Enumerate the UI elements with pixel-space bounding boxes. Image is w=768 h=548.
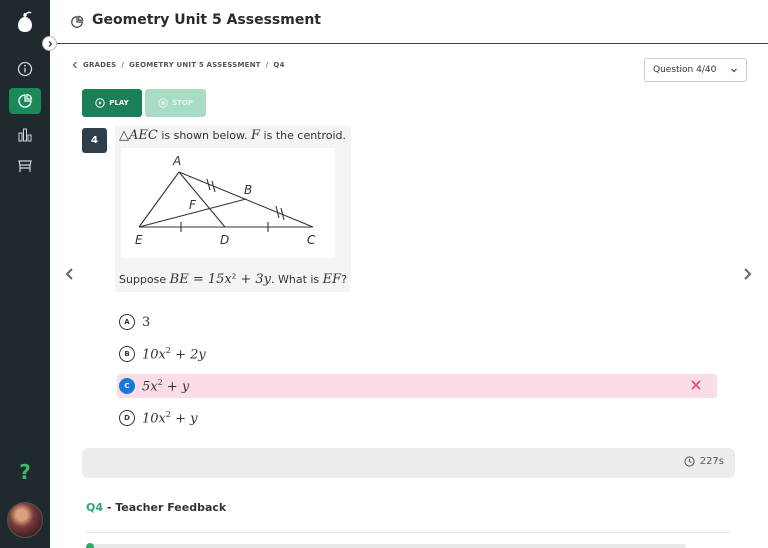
prompt-qmark: ? [341, 273, 348, 286]
choice-d-rest: + y [170, 411, 198, 427]
centroid-symbol: F [251, 128, 261, 143]
avatar[interactable] [7, 502, 43, 538]
time-spent: 227s [684, 456, 724, 467]
prompt-what: . What is [270, 273, 323, 286]
feedback-title: - Teacher Feedback [103, 501, 227, 514]
bar-chart-icon[interactable] [12, 122, 38, 148]
page-title: Geometry Unit 5 Assessment [92, 12, 322, 28]
choice-text: 10x2 + y [142, 410, 197, 426]
feedback-question-number: Q4 [86, 501, 104, 514]
chevron-right-icon [48, 40, 52, 47]
choice-a-base: 3 [142, 314, 151, 330]
choice-text: 5x2 + y [142, 378, 189, 394]
choice-c[interactable]: C 5x2 + y [117, 374, 717, 398]
help-icon[interactable]: ? [0, 460, 50, 484]
chevron-left-icon [65, 268, 73, 280]
triangle-symbol: △AEC [119, 128, 158, 143]
choice-letter: A [119, 314, 135, 330]
choice-text: 10x2 + 2y [142, 346, 206, 362]
label-C: C [307, 233, 316, 247]
chevron-down-icon [731, 68, 737, 73]
breadcrumb-separator: / [121, 61, 125, 69]
stop-button[interactable]: STOP [145, 89, 206, 117]
choice-b-base: 10x [142, 347, 166, 363]
chevron-right-icon [744, 268, 752, 280]
label-D: D [220, 233, 229, 247]
sidebar: ? [0, 0, 50, 548]
prompt-suppose: Suppose [119, 273, 170, 286]
breadcrumb-question: Q4 [273, 61, 285, 69]
choice-c-rest: + y [162, 379, 190, 395]
teacher-feedback-heading: Q4 - Teacher Feedback [86, 501, 226, 514]
previous-question-button[interactable] [64, 266, 76, 285]
choice-a[interactable]: A 3 [117, 310, 717, 334]
reports-pie-icon[interactable] [9, 88, 41, 114]
divider [86, 532, 730, 533]
pie-chart-icon [70, 14, 84, 33]
choice-letter: B [119, 346, 135, 362]
play-icon [95, 98, 105, 108]
header: Geometry Unit 5 Assessment [50, 0, 768, 44]
stop-icon [158, 98, 168, 108]
question-intro: △AEC is shown below. F is the centroid. [119, 128, 346, 143]
question-prompt: Suppose BE = 15x2 + 3y. What is EF? [119, 272, 347, 287]
choice-b[interactable]: B 10x2 + 2y [117, 342, 717, 366]
incorrect-icon [691, 380, 701, 390]
question-select-value: Question 4/40 [653, 65, 717, 75]
time-value: 227s [699, 456, 724, 467]
choice-letter: C [119, 378, 135, 394]
feedback-input[interactable] [86, 544, 686, 548]
prompt-ef: EF [322, 272, 342, 287]
choice-d[interactable]: D 10x2 + y [117, 406, 717, 430]
label-F: F [189, 198, 197, 212]
breadcrumb-assessment[interactable]: GEOMETRY UNIT 5 ASSESSMENT [129, 61, 261, 69]
choice-c-base: 5x [142, 379, 158, 395]
app-logo-icon[interactable] [14, 10, 36, 34]
breadcrumb-grades[interactable]: GRADES [83, 61, 116, 69]
next-question-button[interactable] [741, 266, 753, 285]
triangle-diagram: A B C D E F [121, 148, 335, 258]
choice-b-rest: + 2y [170, 347, 206, 363]
clock-icon [684, 456, 695, 467]
time-spent-bar: 227s [82, 448, 735, 478]
question-number-badge: 4 [82, 128, 107, 153]
choice-text: 3 [142, 315, 150, 330]
prompt-rest: + 3y [236, 272, 271, 287]
chevron-left-icon[interactable] [72, 61, 78, 69]
play-button[interactable]: PLAY [82, 89, 142, 117]
prompt-be: BE = 15x [169, 272, 232, 287]
choice-letter: D [119, 410, 135, 426]
store-icon[interactable] [12, 153, 38, 179]
question-select[interactable]: Question 4/40 [644, 58, 747, 82]
feedback-status-dot [86, 543, 94, 548]
stop-label: STOP [172, 99, 193, 107]
intro-text: is shown below. [157, 129, 252, 142]
info-icon[interactable] [12, 56, 38, 82]
choice-d-base: 10x [142, 411, 166, 427]
breadcrumb-separator: / [265, 61, 269, 69]
intro-end-text: is the centroid. [260, 129, 347, 142]
label-A: A [172, 154, 181, 168]
collapse-sidebar-button[interactable] [42, 36, 57, 51]
label-B: B [244, 183, 252, 197]
label-E: E [135, 233, 143, 247]
play-label: PLAY [109, 99, 129, 107]
breadcrumb: GRADES / GEOMETRY UNIT 5 ASSESSMENT / Q4 [72, 61, 285, 69]
